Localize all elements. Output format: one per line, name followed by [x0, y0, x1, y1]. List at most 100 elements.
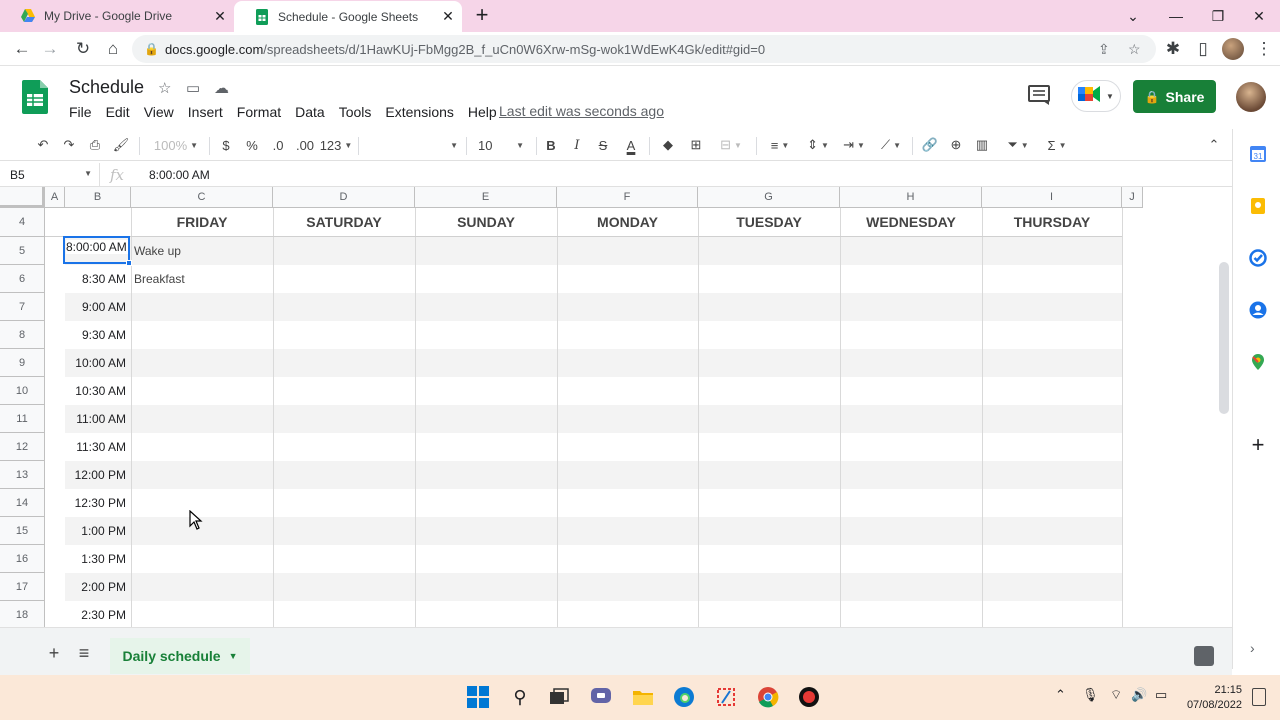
forward-icon[interactable]: → [38, 37, 62, 61]
edge-icon[interactable] [672, 685, 696, 709]
chat-icon[interactable] [589, 685, 613, 709]
browser-menu-icon[interactable]: ⋮ [1252, 37, 1276, 61]
currency-format-button[interactable]: $ [218, 135, 234, 155]
day-header-tuesday[interactable]: TUESDAY [698, 208, 840, 236]
row-header-13[interactable]: 13 [0, 461, 45, 489]
snipping-tool-icon[interactable] [714, 685, 738, 709]
insert-chart-icon[interactable]: ▥ [972, 135, 992, 155]
day-header-thursday[interactable]: THURSDAY [982, 208, 1122, 236]
file-explorer-icon[interactable] [631, 685, 655, 709]
paint-format-icon[interactable]: 🖌 [112, 135, 130, 155]
column-header-b[interactable]: B [65, 187, 131, 208]
row-header-9[interactable]: 9 [0, 349, 45, 377]
time-cell[interactable]: 12:30 PM [65, 489, 126, 517]
time-cell[interactable]: 12:00 PM [65, 461, 126, 489]
extensions-icon[interactable]: ✱ [1161, 37, 1185, 61]
menu-extensions[interactable]: Extensions [378, 102, 460, 122]
menu-help[interactable]: Help [461, 102, 504, 122]
time-cell[interactable]: 10:30 AM [65, 377, 126, 405]
row-header-12[interactable]: 12 [0, 433, 45, 461]
text-wrapping-icon[interactable]: ⇥ ▼ [839, 135, 869, 155]
filter-icon[interactable]: ⏷ ▼ [1000, 135, 1036, 155]
name-box[interactable]: B5 ▼ [0, 163, 100, 187]
spreadsheet-grid[interactable]: A B C D E F G H I J 4 5 6 7 8 9 10 11 12 13 14 15 16 17 18 FRIDAY… [0, 187, 1232, 627]
google-sheets-logo[interactable] [22, 80, 48, 114]
time-cell[interactable]: 9:30 AM [65, 321, 126, 349]
increase-decimal-button[interactable]: .00 [294, 135, 316, 155]
close-window-icon[interactable]: ✕ [1238, 0, 1280, 32]
browser-tab-sheets[interactable]: Schedule - Google Sheets ✕ [234, 1, 462, 32]
time-cell[interactable]: 2:30 PM [65, 601, 126, 627]
bold-button[interactable]: B [543, 135, 559, 155]
insert-comment-icon[interactable]: ⊕ [946, 135, 966, 155]
microphone-icon[interactable]: 🎙 [1082, 687, 1099, 703]
reload-icon[interactable]: ↻ [71, 37, 95, 61]
italic-button[interactable]: I [569, 135, 585, 155]
time-cell[interactable]: 11:30 AM [65, 433, 126, 461]
document-title[interactable]: Schedule [69, 77, 144, 98]
select-all-corner[interactable] [0, 187, 45, 208]
decrease-decimal-button[interactable]: .0 [268, 135, 288, 155]
column-header-f[interactable]: F [557, 187, 698, 208]
close-tab-icon[interactable]: ✕ [434, 8, 462, 25]
merge-cells-icon[interactable]: ⊟ ▼ [713, 135, 749, 155]
keep-icon[interactable] [1249, 197, 1267, 215]
row-header-14[interactable]: 14 [0, 489, 45, 517]
account-avatar[interactable] [1236, 82, 1266, 112]
side-panel-icon[interactable]: ▯ [1191, 37, 1215, 61]
formula-input[interactable]: 8:00:00 AM [149, 168, 210, 182]
tasks-icon[interactable] [1249, 249, 1267, 267]
time-cell[interactable]: 8:30 AM [65, 265, 126, 293]
menu-edit[interactable]: Edit [99, 102, 137, 122]
battery-icon[interactable]: ▭ [1155, 687, 1167, 703]
column-header-j[interactable]: J [1122, 187, 1143, 208]
day-header-saturday[interactable]: SATURDAY [273, 208, 415, 236]
share-button[interactable]: 🔒 Share [1133, 80, 1216, 113]
print-icon[interactable]: ⎙ [86, 135, 104, 155]
time-cell[interactable]: 1:30 PM [65, 545, 126, 573]
row-header-7[interactable]: 7 [0, 293, 45, 321]
row-header-5[interactable]: 5 [0, 237, 45, 265]
minimize-icon[interactable]: — [1155, 0, 1197, 32]
contacts-icon[interactable] [1249, 301, 1267, 319]
day-header-friday[interactable]: FRIDAY [131, 208, 273, 236]
all-sheets-icon[interactable]: ≡ [74, 643, 94, 663]
borders-icon[interactable]: ⊞ [686, 135, 706, 155]
day-header-monday[interactable]: MONDAY [557, 208, 698, 236]
add-sheet-icon[interactable]: + [44, 643, 64, 663]
meet-button[interactable]: ▼ [1071, 80, 1121, 112]
last-edit-link[interactable]: Last edit was seconds ago [499, 102, 664, 120]
wifi-icon[interactable]: ⌔ [1110, 687, 1122, 703]
close-tab-icon[interactable]: ✕ [206, 8, 234, 25]
star-icon[interactable]: ☆ [158, 79, 171, 97]
address-bar[interactable]: 🔒 docs.google.com/spreadsheets/d/1HawKUj… [132, 35, 1156, 63]
row-header-18[interactable]: 18 [0, 601, 45, 627]
menu-file[interactable]: File [62, 102, 99, 122]
collapse-menus-icon[interactable]: ⌃ [1204, 135, 1224, 155]
column-header-i[interactable]: I [982, 187, 1122, 208]
row-header-8[interactable]: 8 [0, 321, 45, 349]
notifications-icon[interactable] [1252, 688, 1266, 706]
show-hidden-icons-icon[interactable]: ⌃ [1055, 687, 1066, 703]
calendar-icon[interactable]: 31 [1249, 145, 1267, 163]
more-formats-button[interactable]: 123 ▼ [320, 135, 353, 155]
row-header-10[interactable]: 10 [0, 377, 45, 405]
url-text[interactable]: docs.google.com/spreadsheets/d/1HawKUj-F… [165, 42, 765, 57]
task-cell[interactable]: Wake up [134, 237, 181, 265]
column-header-e[interactable]: E [415, 187, 557, 208]
time-cell[interactable]: 9:00 AM [65, 293, 126, 321]
tab-search-icon[interactable]: ⌄ [1112, 0, 1154, 32]
explore-icon[interactable] [1194, 646, 1214, 666]
redo-icon[interactable]: ↷ [60, 135, 78, 155]
row-header-6[interactable]: 6 [0, 265, 45, 293]
task-cell[interactable]: Breakfast [134, 265, 185, 293]
vertical-scrollbar[interactable] [1219, 262, 1229, 414]
time-cell[interactable]: 10:00 AM [65, 349, 126, 377]
sheet-tab-daily-schedule[interactable]: Daily schedule ▼ [110, 638, 250, 674]
column-header-c[interactable]: C [131, 187, 273, 208]
screen-recorder-icon[interactable] [797, 685, 821, 709]
column-header-h[interactable]: H [840, 187, 982, 208]
row-header-15[interactable]: 15 [0, 517, 45, 545]
bookmark-star-icon[interactable]: ☆ [1128, 41, 1141, 58]
add-addon-icon[interactable]: + [1249, 434, 1267, 456]
